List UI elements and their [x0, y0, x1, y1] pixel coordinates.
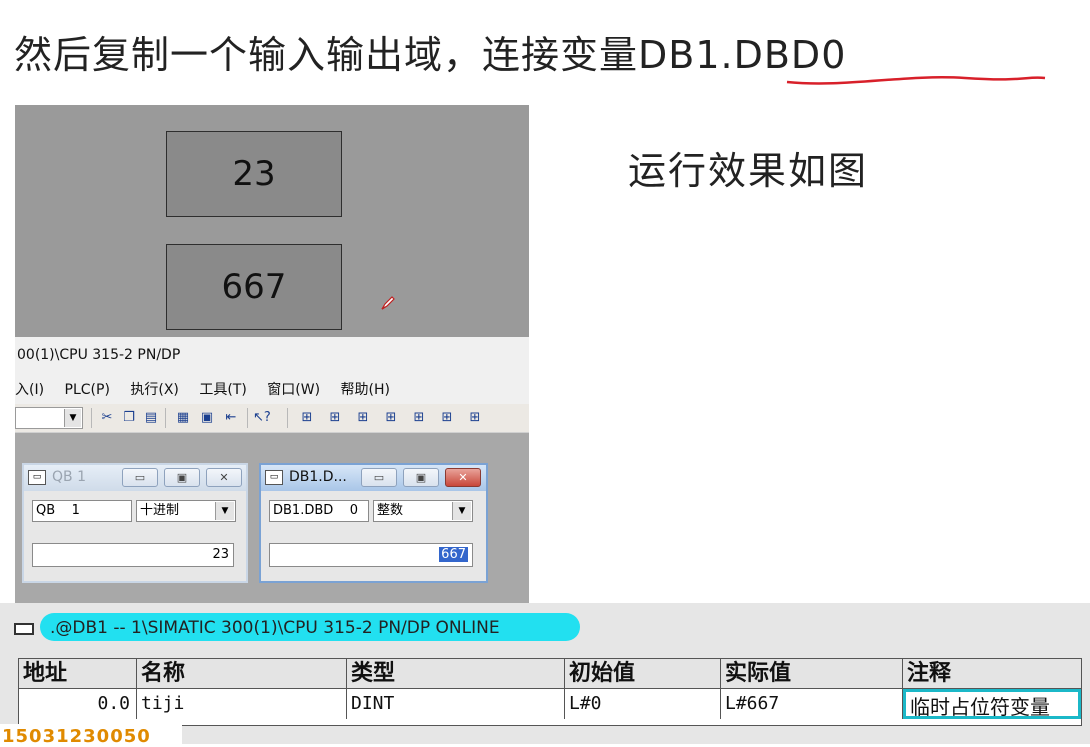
slide-title: 然后复制一个输入输出域，连接变量DB1.DBD0 [14, 24, 846, 79]
value-field[interactable]: 667 [269, 543, 473, 567]
cell-actual[interactable]: L#667 [721, 689, 903, 719]
window-icon: ▭ [265, 470, 283, 485]
maximize-button[interactable]: ▣ [403, 468, 439, 487]
cut-icon[interactable]: ✂ [99, 410, 115, 426]
selected-value: 667 [439, 547, 468, 562]
table-titlebar: .@DB1 -- 1\SIMATIC 300(1)\CPU 315-2 PN/D… [0, 609, 1090, 643]
var-icon-7[interactable]: ⊞ [467, 410, 483, 426]
close-button[interactable]: ✕ [206, 468, 242, 487]
monitor-icon[interactable]: ▦ [175, 410, 191, 426]
value-field[interactable]: 23 [32, 543, 234, 567]
io-field-2[interactable]: 667 [166, 244, 342, 330]
paste-icon[interactable]: ▤ [143, 410, 159, 426]
step7-window: 00(1)\CPU 315-2 PN/DP 入(I) PLC(P) 执行(X) … [15, 337, 529, 603]
menu-execute[interactable]: 执行(X) [130, 382, 179, 398]
cell-name[interactable]: tiji [137, 689, 347, 719]
cell-comment[interactable]: 临时占位符变量 [903, 689, 1081, 719]
window-title: QB 1 [52, 469, 86, 485]
var-icon-4[interactable]: ⊞ [383, 410, 399, 426]
format-value: 十进制 [140, 503, 180, 518]
cell-type[interactable]: DINT [347, 689, 565, 719]
window-titlebar[interactable]: ▭ DB1.D... ▭ ▣ ✕ [261, 465, 486, 491]
col-header-actual[interactable]: 实际值 [721, 659, 903, 689]
io-field-1[interactable]: 23 [166, 131, 342, 217]
col-header-comment[interactable]: 注释 [903, 659, 1081, 689]
toolbar-separator [247, 408, 248, 428]
force-icon[interactable]: ⇤ [223, 410, 239, 426]
var-icon-1[interactable]: ⊞ [299, 410, 315, 426]
format-select[interactable]: 整数 ▼ [373, 500, 473, 522]
menu-plc[interactable]: PLC(P) [65, 382, 110, 398]
window-titlebar[interactable]: ▭ QB 1 ▭ ▣ ✕ [24, 465, 246, 491]
maximize-button[interactable]: ▣ [164, 468, 200, 487]
caption: 运行效果如图 [628, 149, 869, 193]
col-header-address[interactable]: 地址 [19, 659, 137, 689]
data-grid: 地址 名称 类型 初始值 实际值 注释 0.0 tiji DINT L#0 L#… [18, 658, 1082, 726]
format-value: 整数 [377, 503, 404, 518]
chevron-down-icon[interactable]: ▼ [215, 502, 234, 520]
var-icon-2[interactable]: ⊞ [327, 410, 343, 426]
modify-window-qb[interactable]: ▭ QB 1 ▭ ▣ ✕ QB 1 十进制 ▼ 23 [22, 463, 248, 583]
menu-help[interactable]: 帮助(H) [341, 382, 390, 398]
menu-bar: 入(I) PLC(P) 执行(X) 工具(T) 窗口(W) 帮助(H) [15, 379, 529, 399]
minimize-button[interactable]: ▭ [122, 468, 158, 487]
close-button[interactable]: ✕ [445, 468, 481, 487]
address-field[interactable]: DB1.DBD 0 [269, 500, 369, 522]
cell-address[interactable]: 0.0 [19, 689, 137, 719]
mdi-area: ▭ QB 1 ▭ ▣ ✕ QB 1 十进制 ▼ 23 ▭ DB1.D... ▭ [15, 433, 529, 603]
watermark: 15031230050 [0, 724, 182, 747]
grid-icon[interactable]: ▣ [199, 410, 215, 426]
window-title: DB1.D... [289, 469, 347, 485]
var-icon-3[interactable]: ⊞ [355, 410, 371, 426]
toolbar-separator [165, 408, 166, 428]
modify-window-db[interactable]: ▭ DB1.D... ▭ ▣ ✕ DB1.DBD 0 整数 ▼ 667 [259, 463, 488, 583]
cell-initial[interactable]: L#0 [565, 689, 721, 719]
variable-table-window: .@DB1 -- 1\SIMATIC 300(1)\CPU 315-2 PN/D… [0, 603, 1090, 744]
col-header-type[interactable]: 类型 [347, 659, 565, 689]
db-icon [14, 623, 34, 635]
format-select[interactable]: 十进制 ▼ [136, 500, 236, 522]
red-underline [786, 76, 1046, 85]
chevron-down-icon[interactable]: ▼ [64, 409, 81, 427]
hmi-runtime-panel: 23 667 [15, 105, 529, 337]
toolbar: ▼ ✂ ❐ ▤ ▦ ▣ ⇤ ↖? ⊞ ⊞ ⊞ ⊞ ⊞ ⊞ ⊞ [15, 404, 529, 433]
toolbar-combo[interactable]: ▼ [15, 407, 83, 429]
pen-cursor-icon [381, 296, 395, 310]
menu-tools[interactable]: 工具(T) [199, 382, 246, 398]
var-icon-6[interactable]: ⊞ [439, 410, 455, 426]
chevron-down-icon[interactable]: ▼ [452, 502, 471, 520]
menu-insert[interactable]: 入(I) [15, 382, 44, 398]
title-prefix: 然后复制一个输入输出域，连接变量 [14, 33, 639, 77]
help-cursor-icon[interactable]: ↖? [253, 410, 271, 426]
window-icon: ▭ [28, 470, 46, 485]
table-title: .@DB1 -- 1\SIMATIC 300(1)\CPU 315-2 PN/D… [50, 618, 500, 638]
minimize-button[interactable]: ▭ [361, 468, 397, 487]
window-path: 00(1)\CPU 315-2 PN/DP [17, 347, 181, 363]
var-icon-5[interactable]: ⊞ [411, 410, 427, 426]
menu-window[interactable]: 窗口(W) [267, 382, 320, 398]
copy-icon[interactable]: ❐ [121, 410, 137, 426]
toolbar-separator [91, 408, 92, 428]
toolbar-separator [287, 408, 288, 428]
address-field[interactable]: QB 1 [32, 500, 132, 522]
col-header-name[interactable]: 名称 [137, 659, 347, 689]
col-header-initial[interactable]: 初始值 [565, 659, 721, 689]
